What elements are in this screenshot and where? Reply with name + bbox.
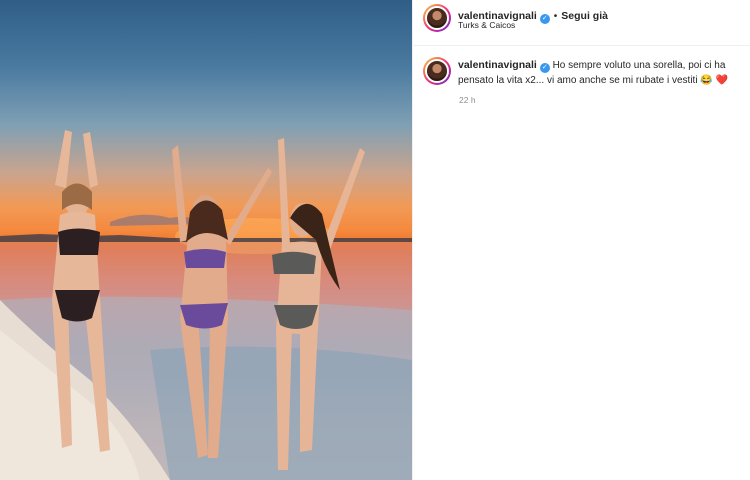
beach-sunset-image [0,130,412,480]
post-side-panel: valentinavignali ✓ • Segui già Turks & Caic… [412,0,750,480]
caption-avatar[interactable] [423,57,451,85]
verified-badge-icon: ✓ [539,63,550,73]
post-location[interactable]: Turks & Caicos [458,20,515,30]
following-button[interactable]: Segui già [561,10,608,22]
avatar-image [425,6,449,30]
post-caption: valentinavignali ✓ Ho sempre voluto una s… [458,58,743,88]
post-header: valentinavignali ✓ • Segui già Turks & Caic… [413,0,750,47]
post-timestamp[interactable]: 22 h [459,95,476,105]
avatar-image [425,59,449,83]
header-separator: • [553,11,558,22]
instagram-post: valentinavignali ✓ • Segui già Turks & Caic… [0,0,750,480]
laughing-emoji-icon: 😂 [700,75,713,86]
verified-badge-icon: ✓ [539,14,550,24]
header-divider [413,45,750,46]
red-heart-emoji-icon: ❤️ [715,75,729,86]
profile-avatar[interactable] [423,4,451,32]
post-photo[interactable] [0,0,412,480]
caption-username[interactable]: valentinavignali [458,59,537,71]
